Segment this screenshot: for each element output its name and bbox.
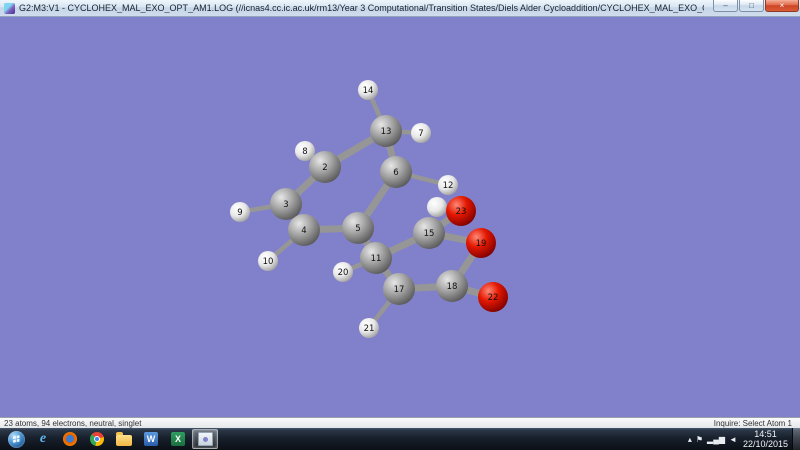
network-icon[interactable]: ▂▄▆ (707, 435, 725, 444)
atom-label-23: 23 (456, 207, 467, 217)
folder-glyph (116, 435, 132, 446)
atom-label-4: 4 (301, 226, 306, 236)
app-icon (4, 3, 15, 14)
maximize-button[interactable]: □ (739, 0, 764, 12)
excel-glyph: X (171, 432, 185, 446)
status-right: Inquire: Select Atom 1 (714, 419, 792, 428)
close-button[interactable]: × (765, 0, 799, 12)
explorer-folder-icon[interactable] (111, 429, 137, 449)
molecule-canvas[interactable]: 14 13 7 8 2 6 12 3 9 4 10 5 23 19 15 11 20 17 18 22 21 (0, 17, 800, 417)
atom-label-9: 9 (237, 208, 242, 218)
atom-label-10: 10 (263, 257, 274, 267)
atom-label-5: 5 (355, 224, 360, 234)
molecule-viewport[interactable]: 14 13 7 8 2 6 12 3 9 4 10 5 23 19 15 11 20 17 18 22 21 (0, 17, 800, 417)
taskbar-icons: e WX (0, 428, 218, 450)
gaussview-glyph (198, 432, 213, 446)
start-glyph (8, 431, 25, 448)
atom-label-14: 14 (363, 86, 374, 96)
excel-icon[interactable]: X (165, 429, 191, 449)
chrome-icon[interactable] (84, 429, 110, 449)
atom-label-3: 3 (283, 200, 288, 210)
tray-icons: ▴ ⚑ ▂▄▆ ◄ (688, 435, 737, 444)
status-bar: 23 atoms, 94 electrons, neutral, singlet… (0, 417, 800, 428)
taskbar: e WX ▴ ⚑ ▂▄▆ ◄ 14:51 22/10/2015 (0, 428, 800, 450)
clock-date: 22/10/2015 (743, 439, 788, 449)
status-left: 23 atoms, 94 electrons, neutral, singlet (4, 419, 141, 428)
screen: G2:M3:V1 - CYCLOHEX_MAL_EXO_OPT_AM1.LOG … (0, 0, 800, 450)
atom-label-12: 12 (443, 181, 454, 191)
atom-label-20: 20 (338, 268, 349, 278)
atom-label-7: 7 (418, 129, 423, 139)
atom-label-6: 6 (393, 168, 398, 178)
start-button[interactable] (3, 429, 29, 449)
atom-label-21: 21 (364, 324, 375, 334)
system-tray: ▴ ⚑ ▂▄▆ ◄ 14:51 22/10/2015 (688, 428, 800, 450)
hidden-icons-button[interactable]: ▴ (688, 435, 692, 444)
volume-icon[interactable]: ◄ (729, 435, 737, 444)
internet-explorer-icon[interactable]: e (30, 429, 56, 449)
window-titlebar[interactable]: G2:M3:V1 - CYCLOHEX_MAL_EXO_OPT_AM1.LOG … (0, 0, 800, 17)
atom-label-13: 13 (381, 127, 392, 137)
atom-label-8: 8 (302, 147, 307, 157)
atom-label-15: 15 (424, 229, 435, 239)
clock[interactable]: 14:51 22/10/2015 (743, 429, 788, 449)
word-icon[interactable]: W (138, 429, 164, 449)
chrome-glyph (90, 432, 104, 446)
action-center-icon[interactable]: ⚑ (696, 435, 703, 444)
atom-label-19: 19 (476, 239, 487, 249)
atom-label-2: 2 (322, 163, 327, 173)
minimize-button[interactable]: – (713, 0, 738, 12)
show-desktop-button[interactable] (792, 428, 800, 450)
firefox-icon[interactable] (57, 429, 83, 449)
gaussview-taskbar-button[interactable] (192, 429, 218, 449)
atom-label-11: 11 (371, 254, 382, 264)
clock-time: 14:51 (743, 429, 788, 439)
atom-label-17: 17 (394, 285, 405, 295)
atom-label-22: 22 (488, 293, 499, 303)
atom-16[interactable] (427, 197, 447, 217)
window-controls: –□× (712, 0, 799, 12)
word-glyph: W (144, 432, 158, 446)
ie-glyph: e (40, 431, 46, 447)
firefox-glyph (63, 432, 77, 446)
window-title: G2:M3:V1 - CYCLOHEX_MAL_EXO_OPT_AM1.LOG … (19, 3, 704, 13)
atom-label-18: 18 (447, 282, 458, 292)
